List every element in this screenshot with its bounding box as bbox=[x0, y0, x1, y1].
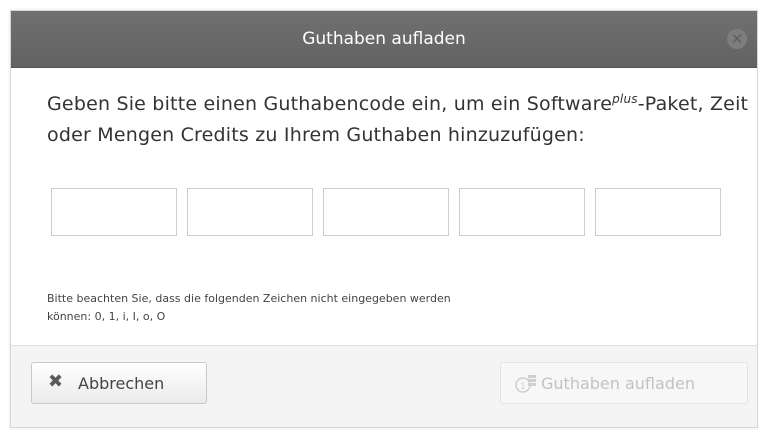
svg-text:1: 1 bbox=[520, 382, 526, 392]
recharge-dialog: Guthaben aufladen ✕ Geben Sie bitte eine… bbox=[10, 10, 758, 428]
dialog-titlebar: Guthaben aufladen ✕ bbox=[11, 11, 757, 68]
recharge-button[interactable]: 1 Guthaben aufladen bbox=[500, 362, 748, 404]
cancel-button-label: Abbrechen bbox=[78, 374, 165, 393]
character-note: Bitte beachten Sie, dass die folgenden Z… bbox=[47, 290, 647, 326]
voucher-code-field-4[interactable] bbox=[459, 188, 585, 236]
close-icon[interactable]: ✕ bbox=[727, 29, 747, 49]
coins-icon: 1 bbox=[515, 372, 537, 398]
dialog-title: Guthaben aufladen bbox=[302, 29, 466, 49]
dialog-footer: ✖ Abbrechen 1 Guthaben aufladen bbox=[11, 345, 757, 427]
character-note-line1: Bitte beachten Sie, dass die folgenden Z… bbox=[47, 292, 451, 305]
x-icon: ✖ bbox=[48, 371, 64, 392]
recharge-button-label: Guthaben aufladen bbox=[541, 374, 695, 393]
voucher-code-field-5[interactable] bbox=[595, 188, 721, 236]
voucher-code-field-2[interactable] bbox=[187, 188, 313, 236]
voucher-code-field-3[interactable] bbox=[323, 188, 449, 236]
cancel-button[interactable]: ✖ Abbrechen bbox=[31, 362, 207, 404]
voucher-code-field-1[interactable] bbox=[51, 188, 177, 236]
intro-text-part1: Geben Sie bitte einen Guthabencode ein, … bbox=[47, 93, 613, 115]
intro-text: Geben Sie bitte einen Guthabencode ein, … bbox=[47, 89, 752, 151]
character-note-line2: können: 0, 1, i, I, o, O bbox=[47, 310, 166, 323]
intro-text-superscript: plus bbox=[612, 92, 638, 106]
